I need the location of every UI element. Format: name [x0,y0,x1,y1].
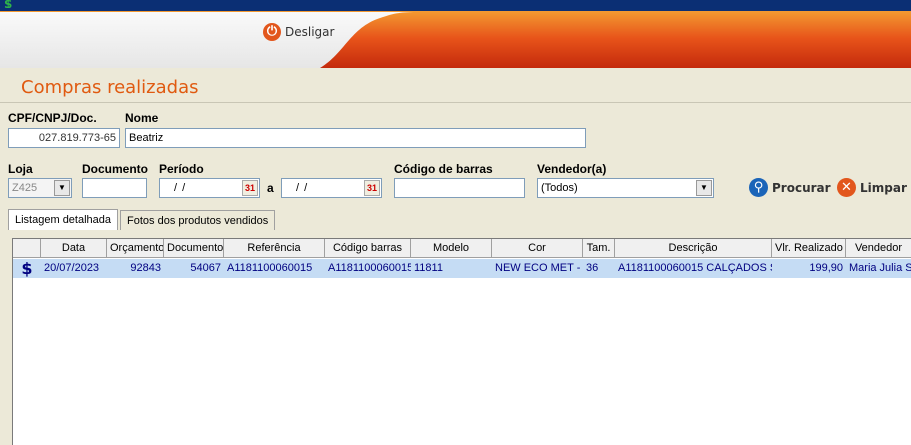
cell-vlr-realizado: 199,90 [809,262,843,274]
doc-field[interactable]: 027.819.773-65 [8,128,120,148]
loja-label: Loja [8,162,33,176]
periodo-to-field[interactable]: / / 31 [281,178,382,198]
grid-header-cor[interactable]: Cor [492,239,583,258]
grid-header-orcamento[interactable]: Orçamento [107,239,164,258]
vendedor-value: (Todos) [541,182,578,194]
barcode-label: Código de barras [394,162,493,176]
top-strip: $ [0,0,911,11]
calendar-icon[interactable]: 31 [364,180,380,196]
grid-header-row: Data Orçamento Documento Referência Códi… [13,239,911,258]
logoff-label: Desligar [285,25,335,39]
periodo-from-value: / / [174,182,187,194]
documento-field[interactable] [82,178,147,198]
cell-modelo: 11811 [414,262,443,274]
tab-listagem-detalhada[interactable]: Listagem detalhada [8,209,119,230]
doc-label: CPF/CNPJ/Doc. [8,111,97,125]
loja-select[interactable]: Z425 ▼ [8,178,72,198]
sales-grid[interactable]: Data Orçamento Documento Referência Códi… [12,238,911,445]
cell-data: 20/07/2023 [44,262,100,274]
grid-header-data[interactable]: Data [41,239,107,258]
search-button[interactable]: ⚲ Procurar [749,178,831,197]
periodo-from-field[interactable]: / / 31 [159,178,260,198]
page-title: Compras realizadas [21,77,199,98]
grid-header-tam[interactable]: Tam. [583,239,615,258]
grid-header-vendedor[interactable]: Vendedor [846,239,911,258]
cell-vendedor: Maria Julia S [849,262,911,274]
documento-label: Documento [82,162,148,176]
cell-descricao: A1181100060015 CALÇADOS S [618,262,772,274]
grid-header-vlr-realizado[interactable]: Vlr. Realizado [772,239,846,258]
grid-header-referencia[interactable]: Referência [224,239,325,258]
chevron-down-icon[interactable]: ▼ [54,180,70,196]
grid-header-codigo-barras[interactable]: Código barras [325,239,411,258]
chevron-down-icon[interactable]: ▼ [696,180,712,196]
loja-value: Z425 [12,182,38,194]
tab-bar: Listagem detalhada Fotos dos produtos ve… [8,209,276,230]
grid-header-descricao[interactable]: Descrição [615,239,772,258]
search-icon: ⚲ [749,178,768,197]
periodo-separator: a [267,181,274,195]
barcode-field[interactable] [394,178,525,198]
cell-codigo-barras: A1181100060015 [328,262,411,274]
cell-orcamento: 92843 [130,262,161,274]
grid-header-modelo[interactable]: Modelo [411,239,492,258]
clear-button-label: Limpar [860,180,907,195]
vendedor-label: Vendedor(a) [537,162,607,176]
grid-header-documento[interactable]: Documento [164,239,224,258]
periodo-label: Período [159,162,204,176]
cell-cor: NEW ECO MET - [495,262,581,274]
vendedor-select[interactable]: (Todos) ▼ [537,178,714,198]
periodo-to-value: / / [296,182,309,194]
grid-header-icon [13,239,41,258]
search-button-label: Procurar [772,180,831,195]
name-label: Nome [125,111,159,125]
power-icon: ⏻ [263,23,281,41]
name-field[interactable]: Beatriz [125,128,586,148]
close-icon: ✕ [837,178,856,197]
cell-documento: 54067 [190,262,221,274]
cell-referencia: A1181100060015 [227,262,313,274]
logoff-button[interactable]: ⏻ Desligar [263,22,334,42]
clear-button[interactable]: ✕ Limpar [837,178,907,197]
table-row[interactable]: $ 20/07/2023 92843 54067 A1181100060015 … [13,259,911,278]
calendar-icon[interactable]: 31 [242,180,258,196]
cell-tam: 36 [586,262,599,274]
header-wave-graphic [0,8,911,68]
header-banner [0,8,911,68]
dollar-icon: $ [21,259,33,278]
tab-fotos-produtos[interactable]: Fotos dos produtos vendidos [120,210,276,230]
